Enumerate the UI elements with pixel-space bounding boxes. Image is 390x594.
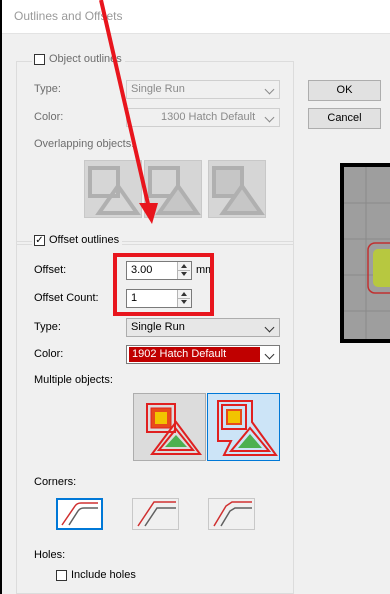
annotation-arrow: [99, 0, 158, 224]
outlines-offsets-dialog: Outlines and Offsets Object outlines Typ…: [0, 0, 390, 594]
